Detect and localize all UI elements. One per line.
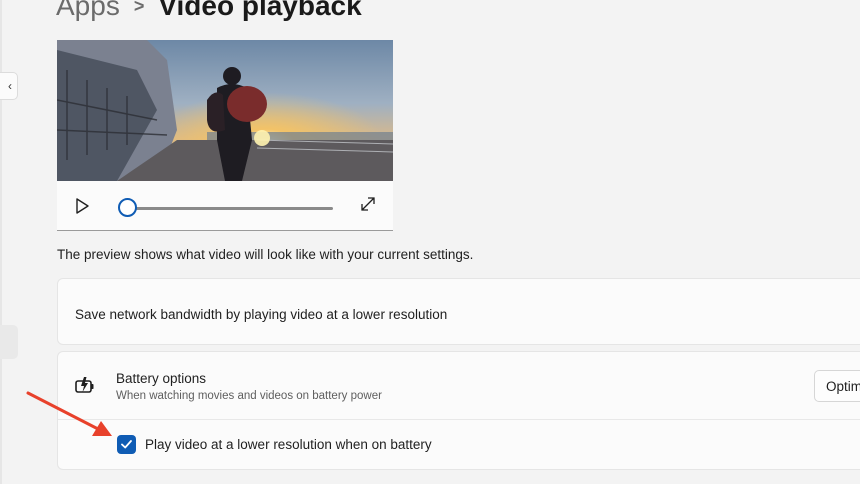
battery-options-dropdown[interactable]: Optim (814, 370, 860, 402)
play-button[interactable] (73, 197, 91, 215)
checkmark-icon (121, 440, 132, 449)
battery-options-card: Battery options When watching movies and… (57, 351, 860, 470)
bandwidth-setting-card[interactable]: Save network bandwidth by playing video … (57, 278, 860, 345)
breadcrumb-parent[interactable]: Apps (56, 0, 120, 22)
fullscreen-button[interactable] (359, 195, 377, 213)
player-controls (57, 181, 393, 230)
expand-icon (361, 197, 375, 211)
card-divider (58, 419, 860, 420)
video-thumbnail-image (57, 40, 393, 181)
seek-track[interactable] (129, 207, 333, 210)
play-icon (76, 198, 89, 214)
battery-options-title: Battery options (116, 371, 207, 386)
bandwidth-setting-label: Save network bandwidth by playing video … (75, 307, 448, 322)
video-preview-frame[interactable] (57, 40, 393, 181)
chevron-left-icon: ‹ (8, 79, 12, 93)
seek-slider-thumb[interactable] (118, 198, 137, 217)
breadcrumb: Apps > Video playback (56, 0, 362, 26)
lower-resolution-checkbox-label[interactable]: Play video at a lower resolution when on… (145, 437, 432, 452)
battery-charging-icon (74, 374, 96, 396)
nav-selected-item[interactable] (0, 325, 18, 359)
breadcrumb-separator: > (133, 0, 145, 16)
battery-options-subtitle: When watching movies and videos on batte… (116, 390, 382, 402)
page-title: Video playback (158, 0, 362, 21)
lower-resolution-checkbox[interactable] (117, 435, 136, 454)
video-preview-player (57, 40, 393, 231)
nav-toggle-button[interactable]: ‹ (0, 72, 18, 100)
preview-description: The preview shows what video will look l… (57, 247, 474, 262)
